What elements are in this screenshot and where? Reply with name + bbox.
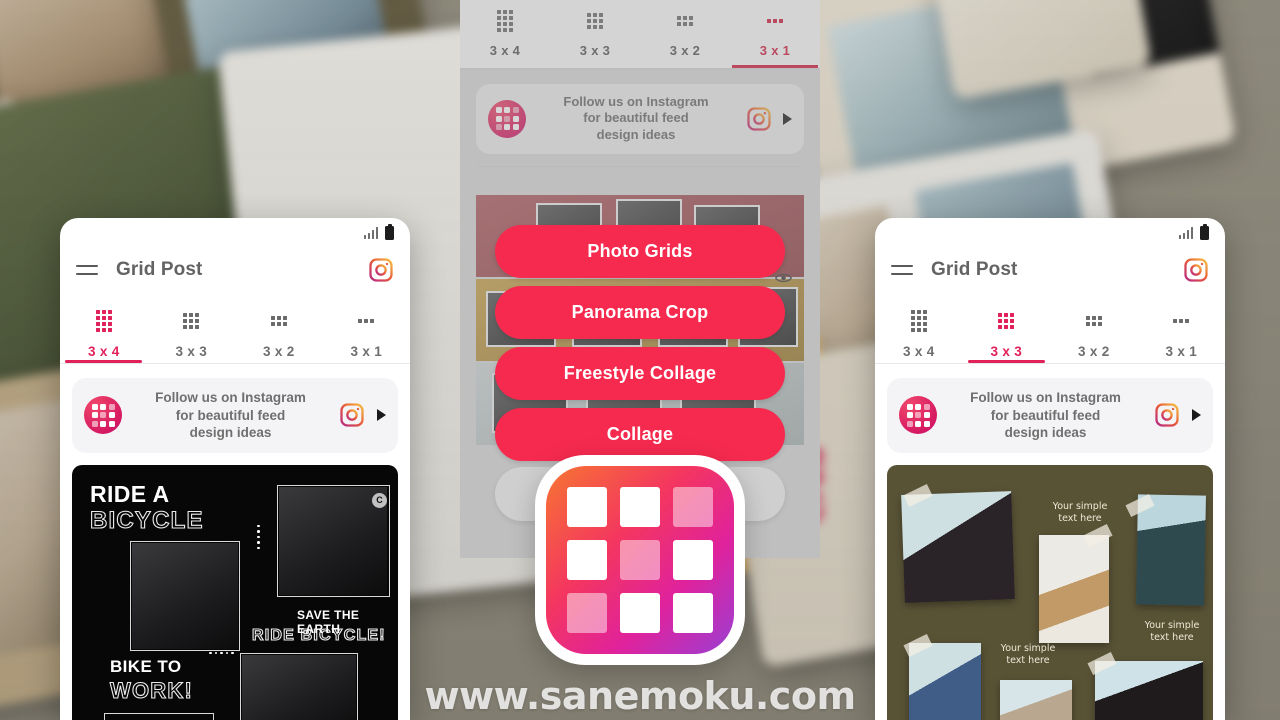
photo-grids-button[interactable]: Photo Grids [495, 225, 785, 278]
tab-label: 3 x 4 [902, 344, 935, 359]
collage-button[interactable]: Collage [495, 408, 785, 461]
poster-text-bike-to: BIKE TO [110, 656, 182, 676]
grid-preview[interactable]: RIDE A BICYCLE C SAVE THE EARTH RIDE BIC… [72, 464, 398, 720]
tab-label: 3 x 2 [1077, 344, 1110, 359]
banner-line-2: for beautiful feed [990, 407, 1101, 423]
grid-3x3-icon [183, 308, 200, 334]
moodboard-photo [1000, 679, 1072, 720]
status-bar [875, 218, 1225, 244]
tab-label: 3 x 1 [1165, 344, 1198, 359]
grid-3x1-icon [358, 308, 375, 334]
grid-preview[interactable]: Your simple text here Your simple text her… [887, 464, 1213, 720]
grid-3x2-icon [270, 308, 287, 334]
play-arrow-icon[interactable] [1192, 409, 1201, 422]
poster-photo [279, 486, 387, 595]
battery-icon [1200, 223, 1209, 240]
app-icon-tiles [546, 466, 734, 654]
poster-photo [132, 542, 238, 649]
app-bar: Grid Post [60, 244, 410, 296]
tab-active-underline [967, 359, 1045, 363]
follow-banner[interactable]: Follow us on Instagram for beautiful fee… [887, 378, 1213, 453]
moodboard-photo [1095, 660, 1203, 720]
poster-dots [209, 651, 234, 655]
tab-divider [875, 363, 1225, 364]
instagram-icon[interactable] [1154, 402, 1180, 428]
poster-text-ride-a: RIDE A [90, 480, 170, 507]
moodboard-photo [1136, 494, 1206, 606]
poster-text-work: WORK! [109, 677, 193, 703]
tab-active-underline [65, 359, 143, 363]
grid-post-app-icon[interactable] [535, 455, 745, 665]
tab-3x3[interactable]: 3 x 3 [148, 302, 236, 359]
grid-badge-icon [84, 396, 122, 435]
poster-frame [104, 712, 214, 720]
tab-3x1[interactable]: 3 x 1 [1138, 302, 1226, 359]
banner-text: Follow us on Instagram for beautiful fee… [949, 389, 1142, 442]
banner-line-1: Follow us on Instagram [155, 390, 306, 405]
banner-line-3: design ideas [189, 425, 272, 441]
play-arrow-icon[interactable] [377, 409, 386, 422]
hamburger-menu-icon[interactable] [76, 265, 98, 275]
battery-icon [385, 223, 394, 240]
panorama-crop-button[interactable]: Panorama Crop [495, 286, 785, 339]
poster-dots [257, 524, 260, 550]
moodboard-caption: Your simple text here [1000, 642, 1056, 667]
signal-bars-icon [363, 227, 378, 239]
poster-photo [242, 654, 356, 720]
tab-3x4[interactable]: 3 x 4 [60, 302, 148, 363]
tab-label: 3 x 3 [175, 344, 208, 359]
bicycle-poster: RIDE A BICYCLE C SAVE THE EARTH RIDE BIC… [72, 464, 398, 720]
banner-line-3: design ideas [1004, 425, 1087, 441]
page-title: Grid Post [116, 259, 203, 280]
poster-text-ride-bicycle: RIDE BICYCLE! [251, 626, 386, 644]
freestyle-collage-button[interactable]: Freestyle Collage [495, 347, 785, 400]
hamburger-menu-icon[interactable] [891, 265, 913, 275]
tab-label: 3 x 1 [350, 344, 383, 359]
moodboard-photo [901, 490, 1015, 603]
page-title: Grid Post [931, 259, 1018, 280]
moodboard-photo [909, 642, 981, 720]
action-menu: Photo Grids Panorama Crop Freestyle Coll… [495, 225, 785, 461]
instagram-icon[interactable] [1183, 257, 1209, 283]
grid-tab-bar: 3 x 4 3 x 3 3 x 2 3 x 1 [60, 296, 411, 363]
right-phone-screenshot: Grid Post 3 x 4 3 x 3 3 x 2 3 x 1 Follow… [875, 218, 1225, 720]
olive-moodboard: Your simple text here Your simple text her… [887, 464, 1213, 720]
grid-badge-icon [899, 396, 937, 435]
moodboard-caption: Your simple text here [1144, 619, 1200, 644]
tab-label: 3 x 2 [262, 344, 295, 359]
instagram-icon[interactable] [339, 402, 365, 428]
grid-tab-bar: 3 x 4 3 x 3 3 x 2 3 x 1 [875, 296, 1226, 363]
grid-3x3-icon [998, 308, 1015, 334]
left-phone-screenshot: Grid Post 3 x 4 3 x 3 3 x 2 3 x 1 Follow… [60, 218, 410, 720]
tab-label: 3 x 4 [87, 344, 120, 359]
tab-3x2[interactable]: 3 x 2 [1050, 302, 1138, 359]
grid-3x2-icon [1085, 308, 1102, 334]
tab-label: 3 x 3 [990, 344, 1023, 359]
poster-badge: C [372, 492, 387, 508]
banner-line-1: Follow us on Instagram [970, 390, 1121, 405]
tab-3x1[interactable]: 3 x 1 [323, 302, 411, 359]
banner-line-2: for beautiful feed [175, 407, 286, 423]
instagram-icon[interactable] [368, 257, 394, 283]
moodboard-caption: Your simple text here [1052, 500, 1108, 525]
grid-3x1-icon [1173, 308, 1190, 334]
follow-banner[interactable]: Follow us on Instagram for beautiful fee… [72, 378, 398, 453]
tab-3x3[interactable]: 3 x 3 [963, 302, 1051, 363]
signal-bars-icon [1178, 227, 1193, 239]
grid-3x4-icon [910, 308, 927, 334]
app-bar: Grid Post [875, 244, 1225, 296]
status-bar [60, 218, 410, 244]
tab-3x2[interactable]: 3 x 2 [235, 302, 323, 359]
tab-divider [60, 363, 410, 364]
grid-3x4-icon [95, 308, 112, 334]
banner-text: Follow us on Instagram for beautiful fee… [134, 389, 327, 442]
tab-3x4[interactable]: 3 x 4 [875, 302, 963, 359]
moodboard-photo [1039, 534, 1109, 643]
poster-text-bicycle: BICYCLE [89, 506, 204, 534]
